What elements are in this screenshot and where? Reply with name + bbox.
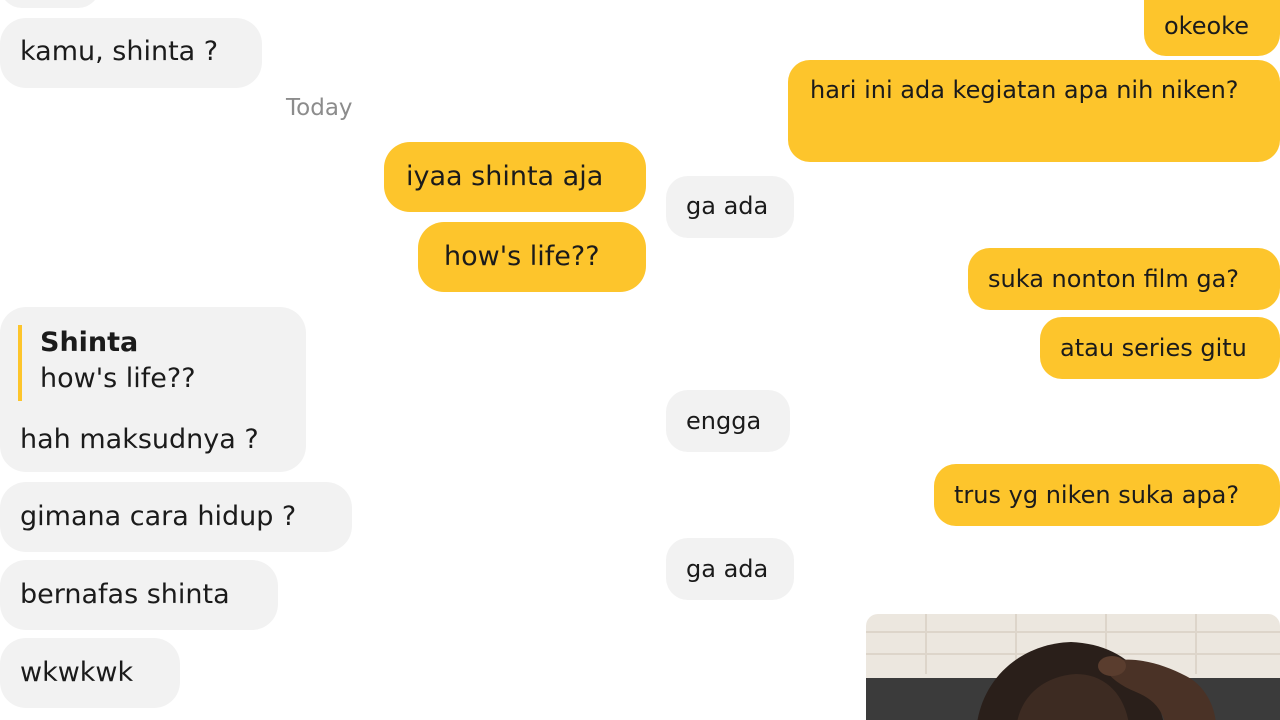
message-text: kamu, shinta ? — [20, 36, 219, 67]
incoming-message[interactable]: gimana cara hidup ? — [0, 482, 352, 552]
quoted-sender-name: Shinta — [40, 327, 139, 358]
message-text: atau series gitu — [1060, 334, 1247, 362]
photo-thumbnail — [866, 614, 1280, 720]
incoming-bubble-cutoff — [0, 0, 100, 8]
message-text: okeoke — [1164, 12, 1249, 40]
outgoing-message[interactable]: atau series gitu — [1040, 317, 1280, 379]
left-chat-panel: kamu, shinta ? Today iyaa shinta aja how… — [0, 0, 660, 720]
outgoing-message[interactable]: how's life?? — [418, 222, 646, 292]
incoming-message[interactable]: ga ada — [666, 538, 794, 600]
message-text: how's life?? — [444, 241, 600, 272]
message-text: bernafas shinta — [20, 579, 230, 610]
incoming-reply-message[interactable]: Shinta how's life?? hah maksudnya ? — [0, 307, 306, 472]
photo-face-palm-icon[interactable] — [866, 614, 1280, 720]
chat-screenshot-collage: kamu, shinta ? Today iyaa shinta aja how… — [0, 0, 1280, 720]
incoming-message[interactable]: engga — [666, 390, 790, 452]
outgoing-message[interactable]: suka nonton film ga? — [968, 248, 1280, 310]
incoming-message[interactable]: kamu, shinta ? — [0, 18, 262, 88]
outgoing-message[interactable]: okeoke — [1144, 0, 1280, 56]
message-text: ga ada — [686, 192, 769, 220]
date-separator: Today — [286, 95, 353, 121]
right-chat-panel: okeoke hari ini ada kegiatan apa nih nik… — [660, 0, 1280, 720]
incoming-message[interactable]: wkwkwk — [0, 638, 180, 708]
quoted-message[interactable]: Shinta how's life?? — [18, 325, 196, 401]
message-text: ga ada — [686, 555, 769, 583]
quoted-text: how's life?? — [40, 363, 196, 394]
incoming-message[interactable]: bernafas shinta — [0, 560, 278, 630]
incoming-message[interactable]: ga ada — [666, 176, 794, 238]
message-text: suka nonton film ga? — [988, 265, 1240, 293]
message-text: wkwkwk — [20, 657, 134, 688]
message-text: iyaa shinta aja — [406, 161, 604, 192]
message-text: trus yg niken suka apa? — [954, 481, 1240, 509]
outgoing-message[interactable]: iyaa shinta aja — [384, 142, 646, 212]
outgoing-message[interactable]: trus yg niken suka apa? — [934, 464, 1280, 526]
message-text: hari ini ada kegiatan apa nih niken? — [810, 76, 1239, 104]
message-text: engga — [686, 407, 762, 435]
outgoing-message[interactable]: hari ini ada kegiatan apa nih niken? — [788, 60, 1280, 162]
message-text: hah maksudnya ? — [20, 424, 259, 455]
message-text: gimana cara hidup ? — [20, 501, 297, 532]
